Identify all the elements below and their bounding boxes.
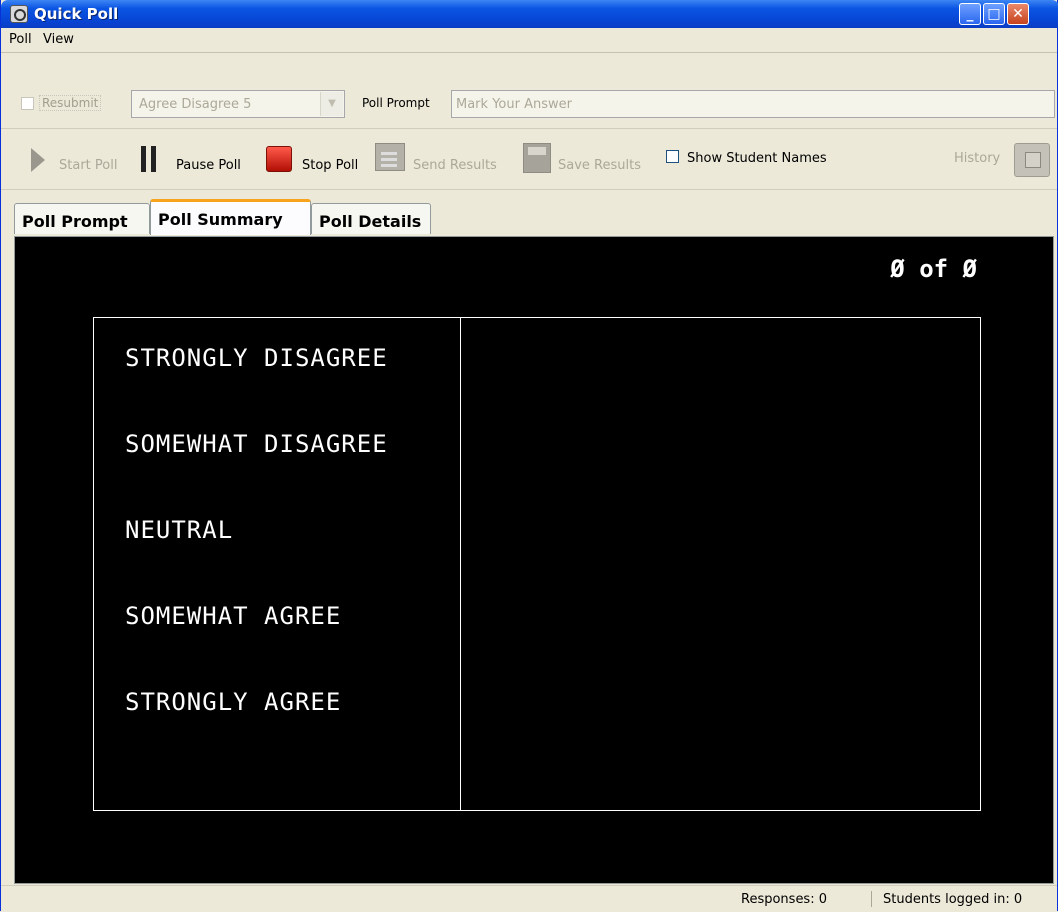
tabs-divider (1, 189, 1057, 190)
window-title: Quick Poll (34, 5, 119, 23)
status-bar: Responses: 0 Students logged in: 0 (1, 885, 1057, 912)
responses-status: Responses: 0 (741, 892, 827, 907)
save-results-button[interactable]: Save Results (558, 158, 641, 173)
menu-bar: Poll View (1, 28, 1057, 53)
tab-poll-summary[interactable]: Poll Summary (150, 199, 311, 235)
close-button[interactable]: ✕ (1007, 3, 1029, 25)
minimize-button[interactable]: _ (959, 3, 981, 25)
start-poll-button[interactable]: Start Poll (59, 158, 117, 173)
tab-poll-prompt[interactable]: Poll Prompt (14, 203, 150, 234)
answer-label: SOMEWHAT DISAGREE (125, 430, 388, 458)
answer-chart: STRONGLY DISAGREE SOMEWHAT DISAGREE NEUT… (93, 317, 981, 811)
quick-poll-window: Quick Poll _ □ ✕ Poll View Resubmit Agre… (0, 0, 1058, 912)
answer-label: STRONGLY AGREE (125, 688, 342, 716)
menu-view[interactable]: View (43, 32, 74, 47)
chart-divider (460, 318, 461, 810)
tab-poll-details[interactable]: Poll Details (311, 203, 431, 234)
title-bar[interactable]: Quick Poll _ □ ✕ (1, 0, 1058, 28)
send-results-icon[interactable] (375, 143, 405, 171)
answer-label: STRONGLY DISAGREE (125, 344, 388, 372)
poll-prompt-label: Poll Prompt (362, 96, 430, 110)
poll-summary-panel: Ø of Ø STRONGLY DISAGREE SOMEWHAT DISAGR… (14, 236, 1054, 884)
pause-icon[interactable] (141, 146, 146, 172)
history-button[interactable]: History (954, 151, 1000, 166)
show-names-checkbox[interactable] (666, 150, 679, 163)
answer-label: SOMEWHAT AGREE (125, 602, 342, 630)
students-status: Students logged in: 0 (883, 892, 1023, 907)
status-divider (871, 891, 872, 907)
poll-prompt-value: Mark Your Answer (456, 97, 572, 112)
stop-icon[interactable] (266, 146, 292, 172)
stop-poll-button[interactable]: Stop Poll (302, 158, 358, 173)
response-counter: Ø of Ø (890, 255, 977, 283)
resubmit-label: Resubmit (39, 95, 102, 111)
chevron-down-icon[interactable]: ▼ (320, 92, 343, 116)
toolbar-divider (1, 128, 1057, 129)
send-results-button[interactable]: Send Results (413, 158, 497, 173)
pause-poll-button[interactable]: Pause Poll (176, 158, 241, 173)
history-icon[interactable] (1014, 143, 1050, 177)
save-icon[interactable] (523, 143, 551, 173)
play-icon[interactable] (31, 148, 45, 172)
answer-set-select[interactable]: Agree Disagree 5 ▼ (131, 90, 345, 118)
app-icon (10, 5, 28, 23)
resubmit-checkbox[interactable] (21, 97, 34, 110)
menu-poll[interactable]: Poll (9, 32, 32, 47)
show-names-label: Show Student Names (687, 151, 827, 166)
answer-label: NEUTRAL (125, 516, 234, 544)
poll-prompt-input[interactable]: Mark Your Answer (451, 90, 1055, 118)
answer-set-value: Agree Disagree 5 (139, 97, 252, 112)
maximize-button[interactable]: □ (983, 3, 1005, 25)
